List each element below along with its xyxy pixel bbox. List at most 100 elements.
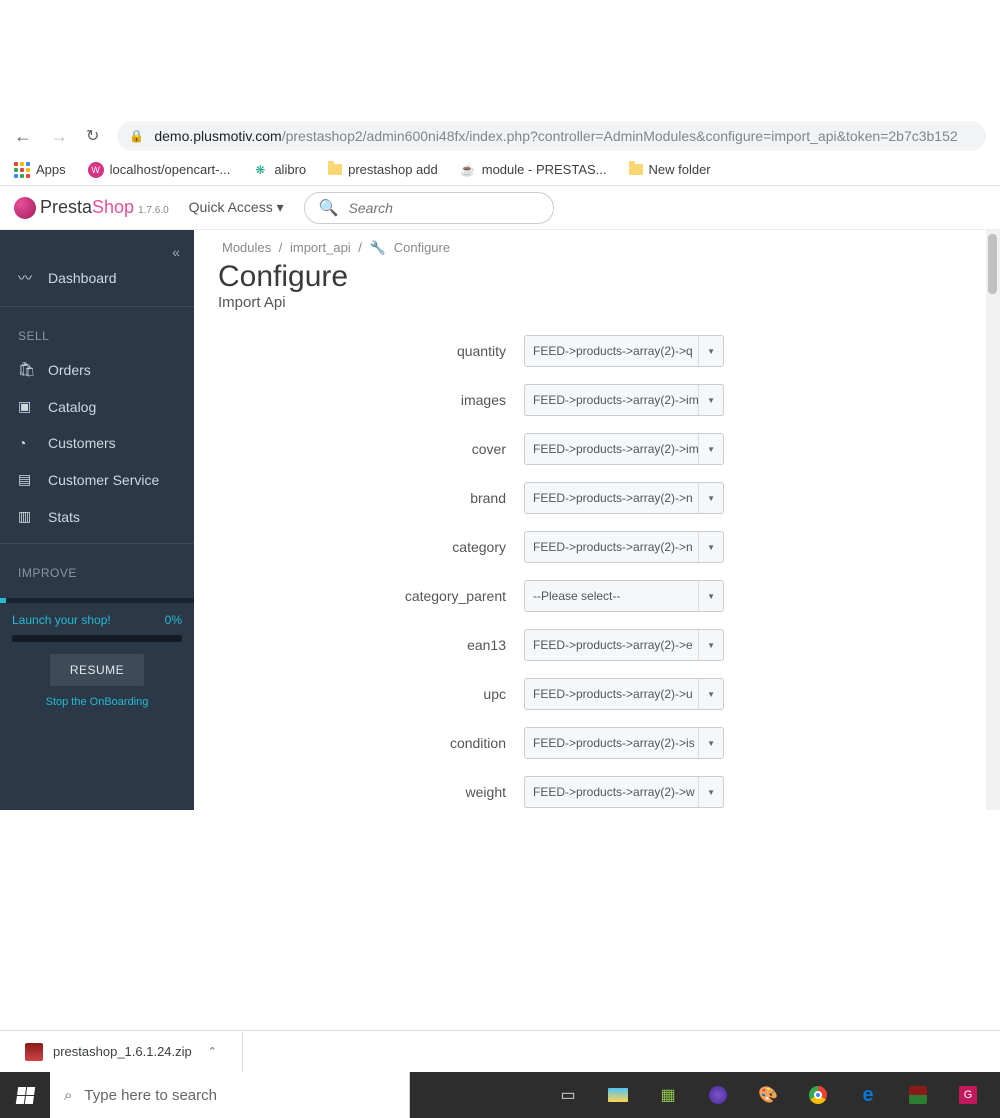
- explorer-icon[interactable]: [606, 1083, 630, 1107]
- quick-access-menu[interactable]: Quick Access ▾: [189, 199, 284, 216]
- form-row-ean13: ean13FEED->products->array(2)->e: [224, 629, 970, 661]
- sidebar-item-orders[interactable]: 🛍 Orders: [0, 351, 194, 388]
- form-row-brand: brandFEED->products->array(2)->n: [224, 482, 970, 514]
- field-label: quantity: [224, 343, 524, 359]
- scrollbar[interactable]: [986, 230, 1000, 810]
- lock-icon: 🔒: [129, 129, 144, 143]
- sidebar-item-label: Customers: [48, 435, 116, 451]
- sidebar-section-sell: SELL: [0, 315, 194, 351]
- url-domain: demo.plusmotiv.com: [154, 128, 281, 144]
- reload-button[interactable]: ↻: [86, 126, 99, 146]
- sidebar-item-label: Orders: [48, 362, 91, 378]
- site-icon: ❋: [252, 162, 268, 178]
- field-select-upc[interactable]: FEED->products->array(2)->u: [524, 678, 724, 710]
- form-row-category: categoryFEED->products->array(2)->n: [224, 531, 970, 563]
- download-item[interactable]: prestashop_1.6.1.24.zip ⌃: [14, 1038, 228, 1066]
- form-row-condition: conditionFEED->products->array(2)->is: [224, 727, 970, 759]
- form-row-weight: weightFEED->products->array(2)->w: [224, 776, 970, 808]
- taskview-icon[interactable]: ▭: [556, 1083, 580, 1107]
- winrar-icon[interactable]: [906, 1083, 930, 1107]
- chrome-icon[interactable]: [806, 1083, 830, 1107]
- sidebar-item-catalog[interactable]: ▣Catalog: [0, 388, 194, 425]
- field-label: brand: [224, 490, 524, 506]
- url-path: /prestashop2/admin600ni48fx/index.php?co…: [282, 128, 958, 144]
- bookmark-label: alibro: [274, 162, 306, 177]
- field-select-quantity[interactable]: FEED->products->array(2)->q: [524, 335, 724, 367]
- sidebar-item-customers[interactable]: ◔ Customers: [0, 425, 194, 461]
- search-input[interactable]: [349, 200, 539, 216]
- bookmark-new-folder[interactable]: New folder: [629, 162, 711, 177]
- site-icon: W: [88, 162, 104, 178]
- breadcrumb-module-name[interactable]: import_api: [290, 240, 351, 255]
- download-divider: [242, 1032, 257, 1072]
- field-label: ean13: [224, 637, 524, 653]
- bookmark-label: Apps: [36, 162, 66, 177]
- cart-icon: 🛍: [18, 361, 34, 378]
- field-select-category-parent[interactable]: --Please select--: [524, 580, 724, 612]
- collapse-sidebar-icon[interactable]: «: [172, 244, 180, 260]
- taskbar-search[interactable]: ⌕ Type here to search: [50, 1072, 410, 1118]
- torrent-icon[interactable]: [706, 1083, 730, 1107]
- config-form: quantityFEED->products->array(2)->q imag…: [194, 321, 1000, 839]
- breadcrumb: Modules / import_api / 🔧Configure: [194, 230, 1000, 260]
- wrench-icon: 🔧: [370, 240, 386, 255]
- java-icon: ☕: [460, 162, 476, 178]
- sidebar-section-improve: IMPROVE: [0, 552, 194, 588]
- form-row-category-parent: category_parent--Please select--: [224, 580, 970, 612]
- sidebar: « 〰 Dashboard SELL 🛍 Orders ▣Catalog ◔ Cus…: [0, 230, 194, 810]
- sidebar-item-label: Stats: [48, 509, 80, 525]
- field-label: cover: [224, 441, 524, 457]
- onboarding-progress-bar: [12, 635, 182, 642]
- field-select-cover[interactable]: FEED->products->array(2)->im: [524, 433, 724, 465]
- field-select-category[interactable]: FEED->products->array(2)->n: [524, 531, 724, 563]
- edge-icon[interactable]: e: [856, 1083, 880, 1107]
- sidebar-item-stats[interactable]: ▥ Stats: [0, 498, 194, 535]
- field-select-condition[interactable]: FEED->products->array(2)->is: [524, 727, 724, 759]
- header-search[interactable]: 🔍: [304, 192, 554, 224]
- bookmark-prestashop-add[interactable]: prestashop add: [328, 162, 438, 177]
- download-filename: prestashop_1.6.1.24.zip: [53, 1044, 192, 1059]
- field-select-ean13[interactable]: FEED->products->array(2)->e: [524, 629, 724, 661]
- address-bar[interactable]: 🔒 demo.plusmotiv.com/prestashop2/admin60…: [117, 121, 986, 151]
- bookmark-label: module - PRESTAS...: [482, 162, 607, 177]
- folder-icon: [328, 164, 342, 175]
- version-label: 1.7.6.0: [138, 205, 169, 216]
- sidebar-item-dashboard[interactable]: 〰 Dashboard: [0, 258, 194, 298]
- bookmark-label: localhost/opencart-...: [110, 162, 231, 177]
- app-header: PrestaShop 1.7.6.0 Quick Access ▾ 🔍: [0, 186, 1000, 230]
- form-row-cover: coverFEED->products->array(2)->im: [224, 433, 970, 465]
- chevron-down-icon: ▾: [277, 199, 284, 215]
- field-select-images[interactable]: FEED->products->array(2)->im: [524, 384, 724, 416]
- field-select-weight[interactable]: FEED->products->array(2)->w: [524, 776, 724, 808]
- resume-button[interactable]: RESUME: [50, 654, 144, 686]
- sidebar-item-customer-service[interactable]: ▤Customer Service: [0, 461, 194, 498]
- user-icon: ◔: [18, 435, 34, 451]
- bookmark-module-prestas[interactable]: ☕ module - PRESTAS...: [460, 162, 607, 178]
- bookmarks-bar: Apps W localhost/opencart-... ❋ alibro p…: [0, 154, 1000, 186]
- bookmark-label: prestashop add: [348, 162, 438, 177]
- breadcrumb-modules[interactable]: Modules: [222, 240, 271, 255]
- start-button[interactable]: [0, 1072, 50, 1118]
- sidebar-item-label: Dashboard: [48, 270, 117, 286]
- page-subtitle: Import Api: [194, 294, 1000, 321]
- paint-icon[interactable]: 🎨: [756, 1083, 780, 1107]
- stop-onboarding-link[interactable]: Stop the OnBoarding: [0, 696, 194, 708]
- app-icon-g[interactable]: G: [956, 1083, 980, 1107]
- field-label: weight: [224, 784, 524, 800]
- download-bar: prestashop_1.6.1.24.zip ⌃: [0, 1030, 1000, 1072]
- prestashop-logo[interactable]: PrestaShop 1.7.6.0: [14, 197, 169, 219]
- taskbar-tray: ▭ ▦ 🎨 e G: [556, 1072, 1000, 1118]
- back-button[interactable]: ←: [14, 126, 32, 147]
- field-select-brand[interactable]: FEED->products->array(2)->n: [524, 482, 724, 514]
- onboarding-panel: Launch your shop! 0% RESUME Stop the OnB…: [0, 588, 194, 722]
- search-icon: 🔍: [319, 198, 339, 218]
- onboarding-progress-top: [0, 598, 194, 603]
- bookmark-apps[interactable]: Apps: [14, 162, 66, 178]
- app-icon[interactable]: ▦: [656, 1083, 680, 1107]
- bookmark-alibro[interactable]: ❋ alibro: [252, 162, 306, 178]
- bookmark-opencart[interactable]: W localhost/opencart-...: [88, 162, 231, 178]
- stats-icon: ▥: [18, 508, 34, 525]
- forward-button[interactable]: →: [50, 126, 68, 147]
- field-label: upc: [224, 686, 524, 702]
- form-row-upc: upcFEED->products->array(2)->u: [224, 678, 970, 710]
